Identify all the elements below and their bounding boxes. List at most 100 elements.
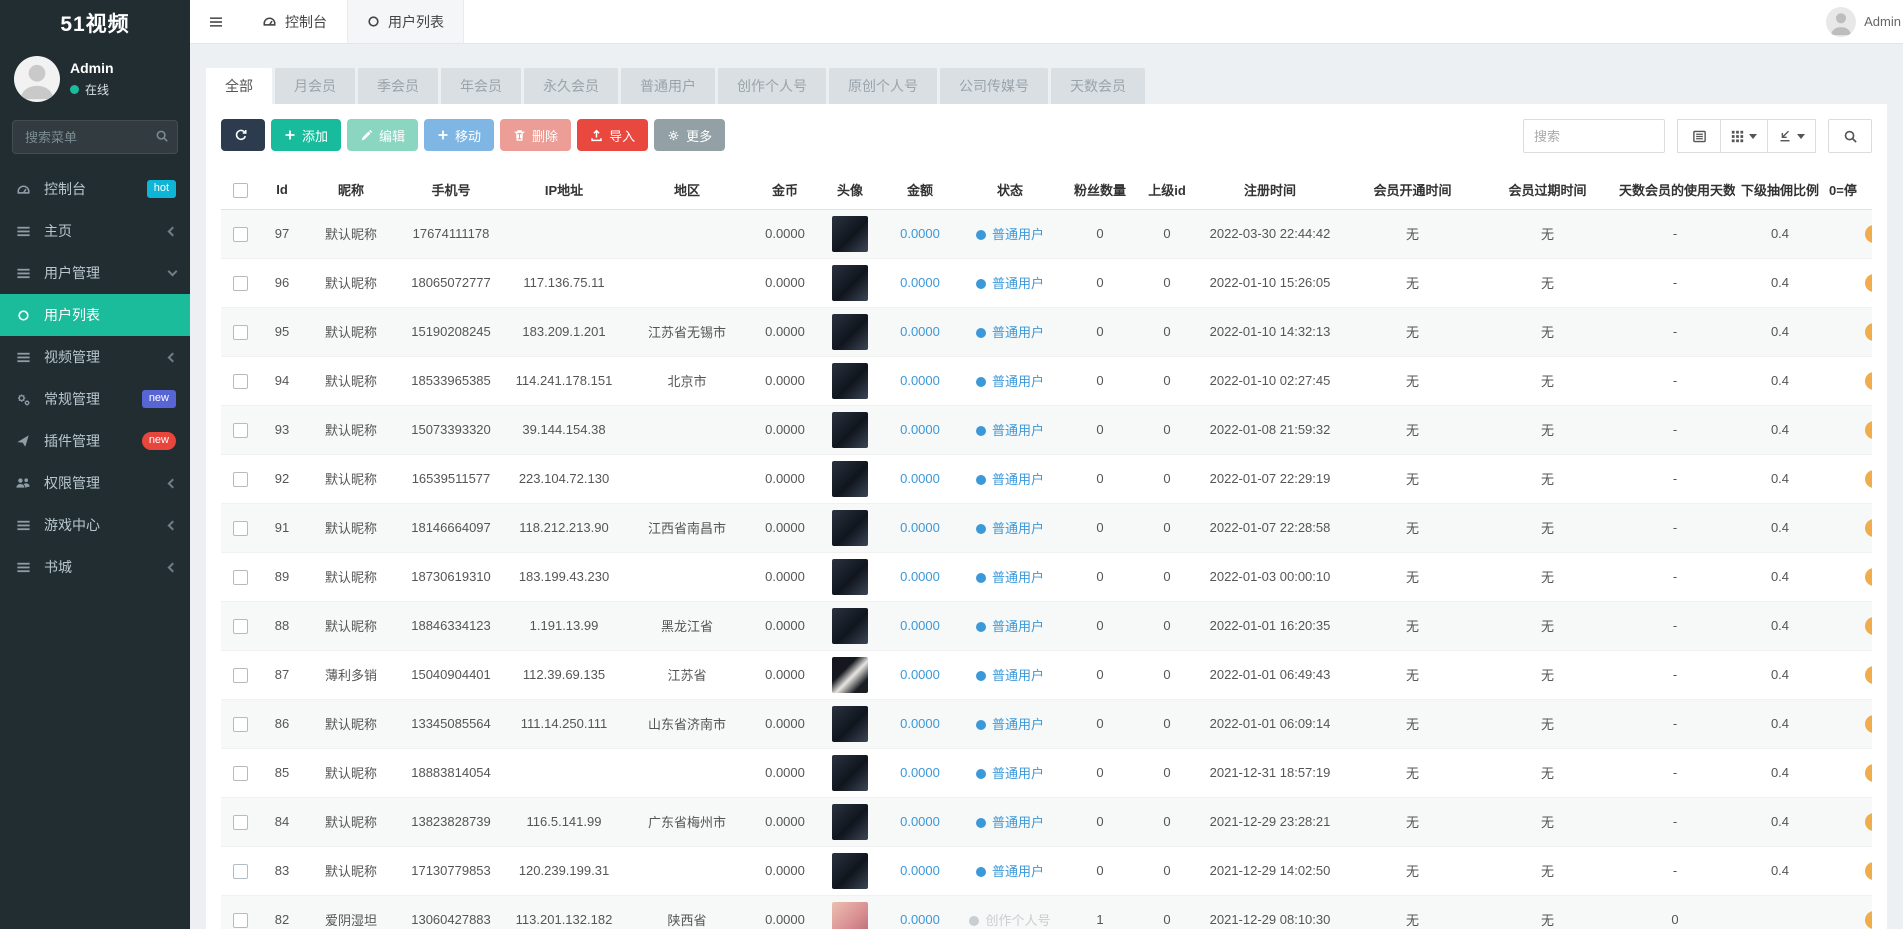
row-checkbox[interactable] <box>233 717 248 732</box>
delete-button[interactable]: 删除 <box>500 119 571 151</box>
row-checkbox[interactable] <box>233 864 248 879</box>
row-checkbox[interactable] <box>233 766 248 781</box>
table-row: 95默认昵称15190208245183.209.1.201江苏省无锡市0.00… <box>221 307 1872 356</box>
sidebar-item-book-city[interactable]: 书城 <box>0 546 190 588</box>
row-checkbox[interactable] <box>233 619 248 634</box>
amount-link[interactable]: 0.0000 <box>900 226 940 241</box>
sidebar-item-video-mgmt[interactable]: 视频管理 <box>0 336 190 378</box>
amount-link[interactable]: 0.0000 <box>900 324 940 339</box>
amount-link[interactable]: 0.0000 <box>900 765 940 780</box>
toolbar-buttons: 添加编辑移动删除导入更多 <box>221 119 725 151</box>
row-checkbox[interactable] <box>233 472 248 487</box>
avatar[interactable] <box>832 314 868 350</box>
table-search-input[interactable] <box>1523 119 1665 153</box>
avatar[interactable] <box>832 902 868 929</box>
row-checkbox[interactable] <box>233 276 248 291</box>
cell-ip: 1.191.13.99 <box>505 601 623 650</box>
avatar[interactable] <box>832 608 868 644</box>
row-checkbox[interactable] <box>233 227 248 242</box>
amount-link[interactable]: 0.0000 <box>900 422 940 437</box>
select-all-checkbox[interactable] <box>233 183 248 198</box>
avatar[interactable] <box>832 461 868 497</box>
export-button[interactable] <box>1767 119 1816 153</box>
user-avatar <box>1826 7 1856 37</box>
cell-days-used: - <box>1615 258 1735 307</box>
sidebar-item-console[interactable]: 控制台hot <box>0 168 190 210</box>
row-checkbox[interactable] <box>233 521 248 536</box>
amount-link[interactable]: 0.0000 <box>900 471 940 486</box>
sidebar-item-game-center[interactable]: 游戏中心 <box>0 504 190 546</box>
sidebar-item-user-mgmt[interactable]: 用户管理 <box>0 252 190 294</box>
amount-link[interactable]: 0.0000 <box>900 912 940 927</box>
filter-tab-days-vip[interactable]: 天数会员 <box>1051 68 1145 104</box>
filter-tab-forever-vip[interactable]: 永久会员 <box>524 68 618 104</box>
edit-button[interactable]: 编辑 <box>347 119 418 151</box>
avatar[interactable] <box>832 412 868 448</box>
amount-link[interactable]: 0.0000 <box>900 618 940 633</box>
filter-tab-year-vip[interactable]: 年会员 <box>441 68 521 104</box>
amount-link[interactable]: 0.0000 <box>900 667 940 682</box>
filter-tab-normal-user[interactable]: 普通用户 <box>621 68 715 104</box>
move-button[interactable]: 移动 <box>424 119 494 151</box>
user-name: Admin <box>1864 14 1901 29</box>
nav-tab-console[interactable]: 控制台 <box>242 0 347 43</box>
sidebar-item-permission-mgmt[interactable]: 权限管理 <box>0 462 190 504</box>
amount-link[interactable]: 0.0000 <box>900 569 940 584</box>
refresh-button[interactable] <box>221 119 265 151</box>
avatar[interactable] <box>832 853 868 889</box>
amount-link[interactable]: 0.0000 <box>900 814 940 829</box>
avatar[interactable] <box>832 510 868 546</box>
detail-view-button[interactable] <box>1677 119 1721 153</box>
avatar-cell <box>819 699 881 748</box>
amount-link[interactable]: 0.0000 <box>900 863 940 878</box>
row-checkbox[interactable] <box>233 815 248 830</box>
row-checkbox[interactable] <box>233 423 248 438</box>
row-checkbox[interactable] <box>233 668 248 683</box>
table-row: 85默认昵称188838140540.00000.0000普通用户002021-… <box>221 748 1872 797</box>
avatar[interactable] <box>832 804 868 840</box>
avatar[interactable] <box>832 363 868 399</box>
stop-status-clipped <box>1865 568 1872 586</box>
more-button[interactable]: 更多 <box>654 119 725 151</box>
avatar[interactable] <box>832 265 868 301</box>
add-button[interactable]: 添加 <box>271 119 341 151</box>
sidebar-search-input[interactable] <box>12 120 178 154</box>
row-checkbox[interactable] <box>233 325 248 340</box>
cell-fans: 0 <box>1061 209 1139 258</box>
topbar-user[interactable]: Admin <box>1826 7 1903 37</box>
sidebar-toggle-button[interactable] <box>190 0 242 43</box>
avatar[interactable] <box>832 755 868 791</box>
amount-link[interactable]: 0.0000 <box>900 716 940 731</box>
sidebar-item-plugin-mgmt[interactable]: 插件管理new <box>0 420 190 462</box>
filter-tab-all[interactable]: 全部 <box>206 68 272 104</box>
cell-reg-time: 2021-12-29 23:28:21 <box>1195 797 1345 846</box>
amount-link[interactable]: 0.0000 <box>900 520 940 535</box>
nav-tab-user-list[interactable]: 用户列表 <box>347 0 464 43</box>
filter-tab-season-vip[interactable]: 季会员 <box>358 68 438 104</box>
sidebar-item-user-list[interactable]: 用户列表 <box>0 294 190 336</box>
filter-tab-original-account[interactable]: 原创个人号 <box>829 68 937 104</box>
cell-parent-id: 0 <box>1139 405 1195 454</box>
search-button[interactable] <box>1828 119 1872 153</box>
avatar[interactable] <box>832 657 868 693</box>
avatar[interactable] <box>832 559 868 595</box>
status-dot <box>976 671 986 681</box>
filter-tab-company-media[interactable]: 公司传媒号 <box>940 68 1048 104</box>
sidebar-item-general-mgmt[interactable]: 常规管理new <box>0 378 190 420</box>
row-checkbox[interactable] <box>233 913 248 928</box>
amount-link[interactable]: 0.0000 <box>900 373 940 388</box>
sidebar-item-home[interactable]: 主页 <box>0 210 190 252</box>
filter-tab-creator-account[interactable]: 创作个人号 <box>718 68 826 104</box>
columns-button[interactable] <box>1720 119 1768 153</box>
list-icon <box>14 560 32 575</box>
cell-vip-start: 无 <box>1345 258 1480 307</box>
stop-status-clipped <box>1865 617 1872 635</box>
amount-link[interactable]: 0.0000 <box>900 275 940 290</box>
avatar[interactable] <box>832 706 868 742</box>
checkbox-cell <box>221 846 259 895</box>
avatar[interactable] <box>832 216 868 252</box>
row-checkbox[interactable] <box>233 570 248 585</box>
row-checkbox[interactable] <box>233 374 248 389</box>
import-button[interactable]: 导入 <box>577 119 648 151</box>
filter-tab-month-vip[interactable]: 月会员 <box>275 68 355 104</box>
